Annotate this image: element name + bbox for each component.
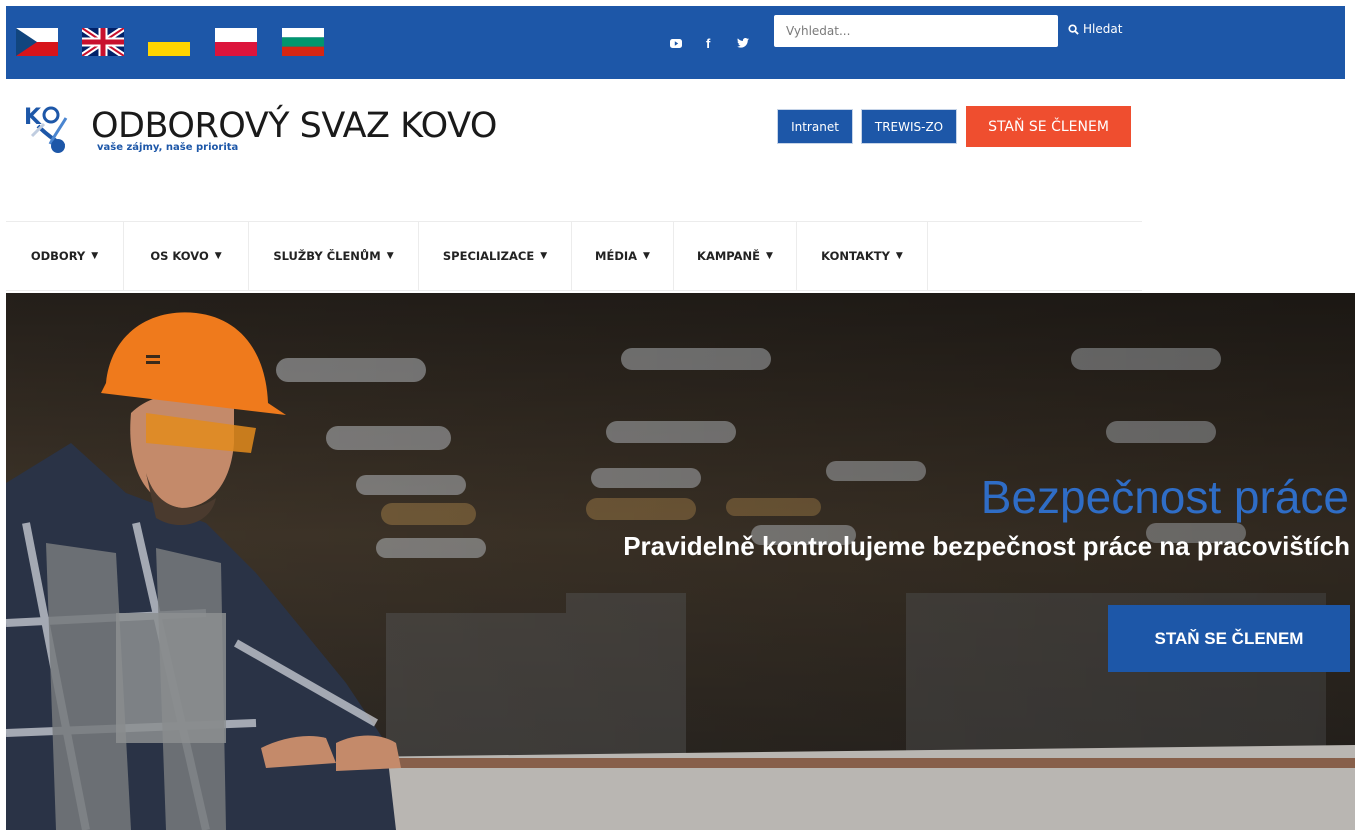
- search-button-label: Hledat: [1083, 22, 1123, 36]
- main-nav: ODBORY ▼ OS KOVO ▼ SLUŽBY ČLENŮM ▼ SPECIALI…: [6, 221, 1142, 291]
- hero-become-member-button[interactable]: STAŇ SE ČLENEM: [1108, 605, 1350, 672]
- logo-mark-icon: K: [24, 105, 68, 153]
- ukraine-flag-icon[interactable]: [148, 28, 190, 56]
- nav-item-os-kovo[interactable]: OS KOVO ▼: [124, 222, 249, 290]
- nav-item-label: SPECIALIZACE: [442, 249, 535, 263]
- youtube-icon[interactable]: [670, 39, 682, 49]
- chevron-down-icon: ▼: [895, 251, 903, 261]
- chevron-down-icon: ▼: [643, 251, 650, 261]
- nav-item-label: KAMPANĚ: [697, 249, 761, 263]
- nav-item-specializace[interactable]: SPECIALIZACE ▼: [419, 222, 572, 290]
- search-icon: [1068, 23, 1079, 35]
- logo[interactable]: K ODBOROVÝ SVAZ KOVO vaše zájmy, naše pr…: [24, 100, 497, 160]
- facebook-icon[interactable]: f: [706, 37, 710, 51]
- poland-flag-icon[interactable]: [215, 28, 257, 56]
- nav-item-label: OS KOVO: [150, 249, 209, 263]
- nav-item-label: KONTAKTY: [821, 249, 890, 263]
- chevron-down-icon: ▼: [91, 251, 99, 261]
- nav-item-sluzby-clenum[interactable]: SLUŽBY ČLENŮM ▼: [249, 222, 419, 290]
- czech-flag-icon[interactable]: [16, 28, 58, 56]
- nav-item-kampane[interactable]: KAMPANĚ ▼: [674, 222, 797, 290]
- intranet-button[interactable]: Intranet: [777, 109, 853, 144]
- nav-item-media[interactable]: MÉDIA ▼: [572, 222, 674, 290]
- chevron-down-icon: ▼: [766, 251, 773, 261]
- logo-title: ODBOROVÝ SVAZ KOVO: [91, 106, 497, 146]
- chevron-down-icon: ▼: [386, 251, 394, 261]
- hero-banner: Bezpečnost práce Pravidelně kontrolujeme…: [6, 293, 1355, 830]
- chevron-down-icon: ▼: [540, 251, 548, 261]
- nav-item-label: SLUŽBY ČLENŮM: [273, 249, 381, 263]
- chevron-down-icon: ▼: [214, 251, 222, 261]
- nav-item-odbory[interactable]: ODBORY ▼: [6, 222, 124, 290]
- bulgaria-flag-icon[interactable]: [282, 28, 324, 56]
- uk-flag-icon[interactable]: [82, 28, 124, 56]
- become-member-button[interactable]: STAŇ SE ČLENEM: [966, 106, 1131, 147]
- hero-title: Bezpečnost práce: [980, 471, 1349, 523]
- nav-item-kontakty[interactable]: KONTAKTY ▼: [797, 222, 928, 290]
- hero-subtitle: Pravidelně kontrolujeme bezpečnost práce…: [623, 531, 1350, 561]
- logo-tagline: vaše zájmy, naše priorita: [97, 142, 239, 153]
- top-bar: f: [6, 6, 1345, 79]
- nav-item-label: ODBORY: [30, 249, 86, 263]
- trewis-button[interactable]: TREWIS-ZO: [861, 109, 957, 144]
- search-button[interactable]: Hledat: [1068, 22, 1122, 36]
- twitter-icon[interactable]: [737, 38, 749, 48]
- search-input[interactable]: [774, 15, 1058, 47]
- nav-item-label: MÉDIA: [595, 249, 638, 263]
